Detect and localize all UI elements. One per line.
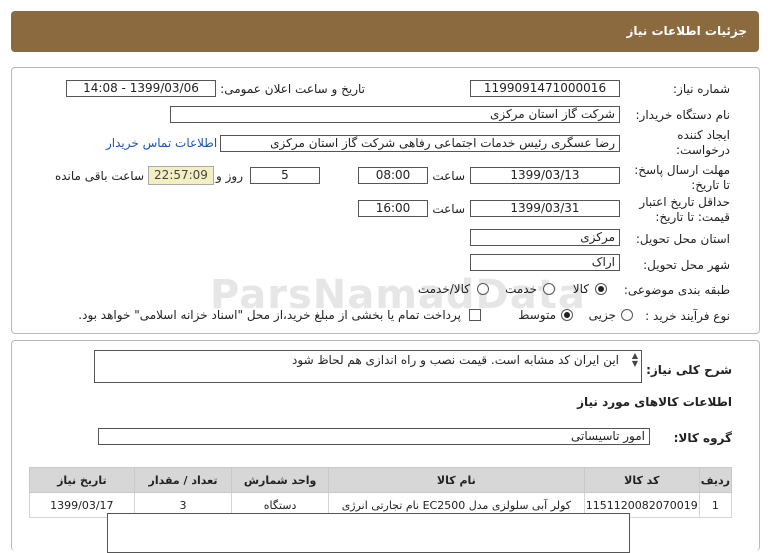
province-label: استان محل تحویل:: [635, 232, 730, 246]
col-need-date: تاریخ نیاز: [29, 467, 135, 493]
validity-date-field[interactable]: 1399/03/31: [470, 200, 620, 217]
city-label: شهر محل تحویل:: [643, 258, 730, 272]
description-label: شرح کلی نیاز:: [646, 363, 732, 377]
validity-time-field[interactable]: 16:00: [358, 200, 428, 217]
city-field[interactable]: اراک: [470, 254, 620, 271]
creator-label-1: ایجاد کننده: [677, 128, 730, 142]
creator-field[interactable]: رضا عسگری رئیس خدمات اجتماعی رفاهی شرکت …: [220, 135, 620, 152]
buyer-label: نام دستگاه خریدار:: [635, 108, 731, 122]
category-label: طبقه بندی موضوعی:: [623, 283, 730, 297]
purchase-radio-minor[interactable]: [621, 309, 633, 321]
category-option-service: خدمت: [505, 282, 537, 296]
col-unit: واحد شمارش: [231, 467, 329, 493]
col-item-code: کد کالا: [583, 467, 700, 493]
days-label: روز و: [216, 169, 243, 183]
purchase-option-medium: متوسط: [518, 308, 556, 322]
deadline-date-field[interactable]: 1399/03/13: [470, 167, 620, 184]
table-header-row: ردیف کد کالا نام کالا واحد شمارش تعداد /…: [29, 467, 733, 493]
creator-label-2: درخواست:: [676, 143, 730, 157]
validity-time-label: ساعت: [432, 202, 465, 216]
cell-row-number: 1: [698, 492, 733, 518]
goods-group-field[interactable]: امور تاسیساتی: [98, 428, 650, 445]
purchase-type-label: نوع فرآیند خرید :: [645, 309, 730, 323]
category-radio-goods[interactable]: [595, 283, 607, 295]
buyer-field[interactable]: شرکت گاز استان مرکزی: [170, 106, 620, 123]
bottom-description-box[interactable]: [107, 513, 630, 553]
deadline-label-2: تا تاریخ:: [691, 178, 730, 192]
col-row-number: ردیف: [698, 467, 733, 493]
description-text: این ایران کد مشابه است. قیمت نصب و راه ا…: [292, 353, 619, 367]
goods-info-title: اطلاعات کالاهای مورد نیاز: [577, 395, 732, 409]
col-item-name: نام کالا: [327, 467, 585, 493]
announce-field[interactable]: 1399/03/06 - 14:08: [66, 80, 216, 97]
category-option-goods: کالا: [572, 282, 589, 296]
category-option-goods-service: کالا/خدمت: [417, 282, 470, 296]
treasury-payment-checkbox[interactable]: [469, 309, 481, 321]
category-radio-service[interactable]: [543, 283, 555, 295]
remaining-timer: 22:57:09: [148, 166, 214, 185]
purchase-radio-medium[interactable]: [561, 309, 573, 321]
category-radio-goods-service[interactable]: [477, 283, 489, 295]
contact-buyer-link[interactable]: اطلاعات تماس خریدار: [106, 136, 217, 150]
deadline-time-label: ساعت: [432, 169, 465, 183]
treasury-payment-note: پرداخت تمام یا بخشی از مبلغ خرید،از محل …: [78, 308, 461, 322]
title-bar: جزئیات اطلاعات نیاز: [11, 11, 759, 52]
validity-label-1: حداقل تاریخ اعتبار: [639, 195, 730, 209]
spinner-icon[interactable]: ▲ ▼: [632, 352, 638, 368]
page-title: جزئیات اطلاعات نیاز: [626, 24, 747, 38]
remaining-label: ساعت باقی مانده: [54, 169, 144, 183]
days-field[interactable]: 5: [250, 167, 320, 184]
deadline-label-1: مهلت ارسال پاسخ:: [634, 163, 730, 177]
description-textarea[interactable]: این ایران کد مشابه است. قیمت نصب و راه ا…: [94, 350, 642, 383]
need-number-label: شماره نیاز:: [673, 82, 730, 96]
province-field[interactable]: مرکزی: [470, 229, 620, 246]
goods-group-label: گروه کالا:: [673, 431, 732, 445]
announce-label: تاریخ و ساعت اعلان عمومی:: [220, 82, 365, 96]
deadline-time-field[interactable]: 08:00: [358, 167, 428, 184]
items-table: ردیف کد کالا نام کالا واحد شمارش تعداد /…: [29, 467, 733, 518]
validity-label-2: قیمت: تا تاریخ:: [655, 210, 730, 224]
need-number-field[interactable]: 1199091471000016: [470, 80, 620, 97]
col-quantity: تعداد / مقدار: [133, 467, 233, 493]
purchase-option-minor: جزیی: [588, 308, 616, 322]
